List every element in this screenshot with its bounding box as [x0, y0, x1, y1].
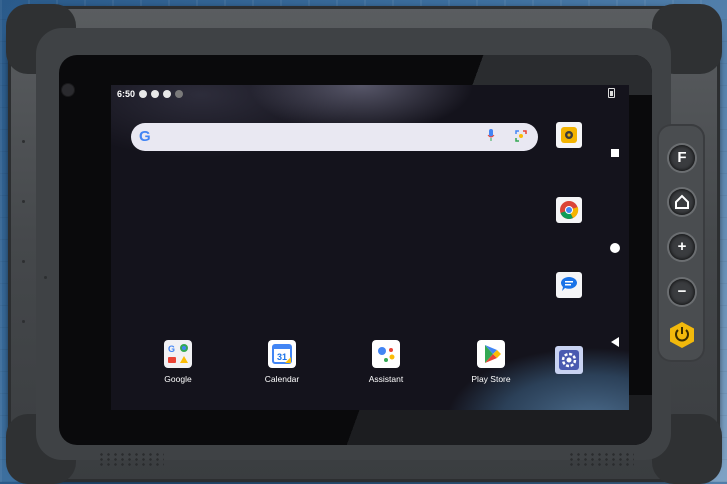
- volume-up-button[interactable]: +: [669, 234, 695, 260]
- back-button[interactable]: [610, 336, 620, 348]
- svg-text:G: G: [168, 344, 175, 354]
- face-icon: [151, 90, 160, 98]
- app-label: Play Store: [471, 374, 511, 384]
- camera-icon[interactable]: [556, 122, 582, 148]
- hardware-home-button[interactable]: [669, 189, 695, 215]
- app-google[interactable]: G Google: [143, 340, 213, 384]
- google-logo: G: [139, 128, 151, 145]
- app-assistant[interactable]: Assistant: [351, 340, 421, 384]
- lens-icon[interactable]: [515, 130, 527, 142]
- wifi-icon: [175, 90, 184, 98]
- chrome-icon[interactable]: [556, 197, 582, 223]
- clock: 6:50: [117, 89, 136, 99]
- app-play-store[interactable]: Play Store: [456, 340, 526, 384]
- svg-text:31: 31: [277, 352, 287, 362]
- gear-icon: [139, 90, 148, 98]
- settings-icon[interactable]: [555, 346, 583, 374]
- volume-down-button[interactable]: −: [669, 279, 695, 305]
- messages-icon[interactable]: [556, 272, 582, 298]
- f-key-button[interactable]: F: [669, 145, 695, 171]
- speaker-grille-left: [98, 452, 164, 468]
- play-store-icon: [477, 340, 505, 368]
- battery-icon: [608, 88, 615, 98]
- calendar-icon: 31: [268, 340, 296, 368]
- home-button[interactable]: [609, 242, 621, 254]
- mic-icon[interactable]: [487, 129, 495, 141]
- app-calendar[interactable]: 31 Calendar: [247, 340, 317, 384]
- google-search-bar[interactable]: G: [131, 123, 538, 151]
- status-bar: 6:50: [117, 87, 623, 101]
- app-label: Assistant: [368, 374, 404, 384]
- front-camera: [62, 84, 74, 96]
- shield-icon: [163, 90, 172, 98]
- app-label: Google: [164, 374, 192, 384]
- recents-button[interactable]: [610, 148, 620, 158]
- home-icon: [675, 194, 689, 209]
- assistant-icon: [372, 340, 400, 368]
- app-label: Calendar: [264, 374, 300, 384]
- google-folder-icon: G: [164, 340, 192, 368]
- speaker-grille-right: [568, 452, 634, 468]
- android-home-screen: 6:50 G G Google 31 Calendar Assistant Pl…: [111, 85, 629, 410]
